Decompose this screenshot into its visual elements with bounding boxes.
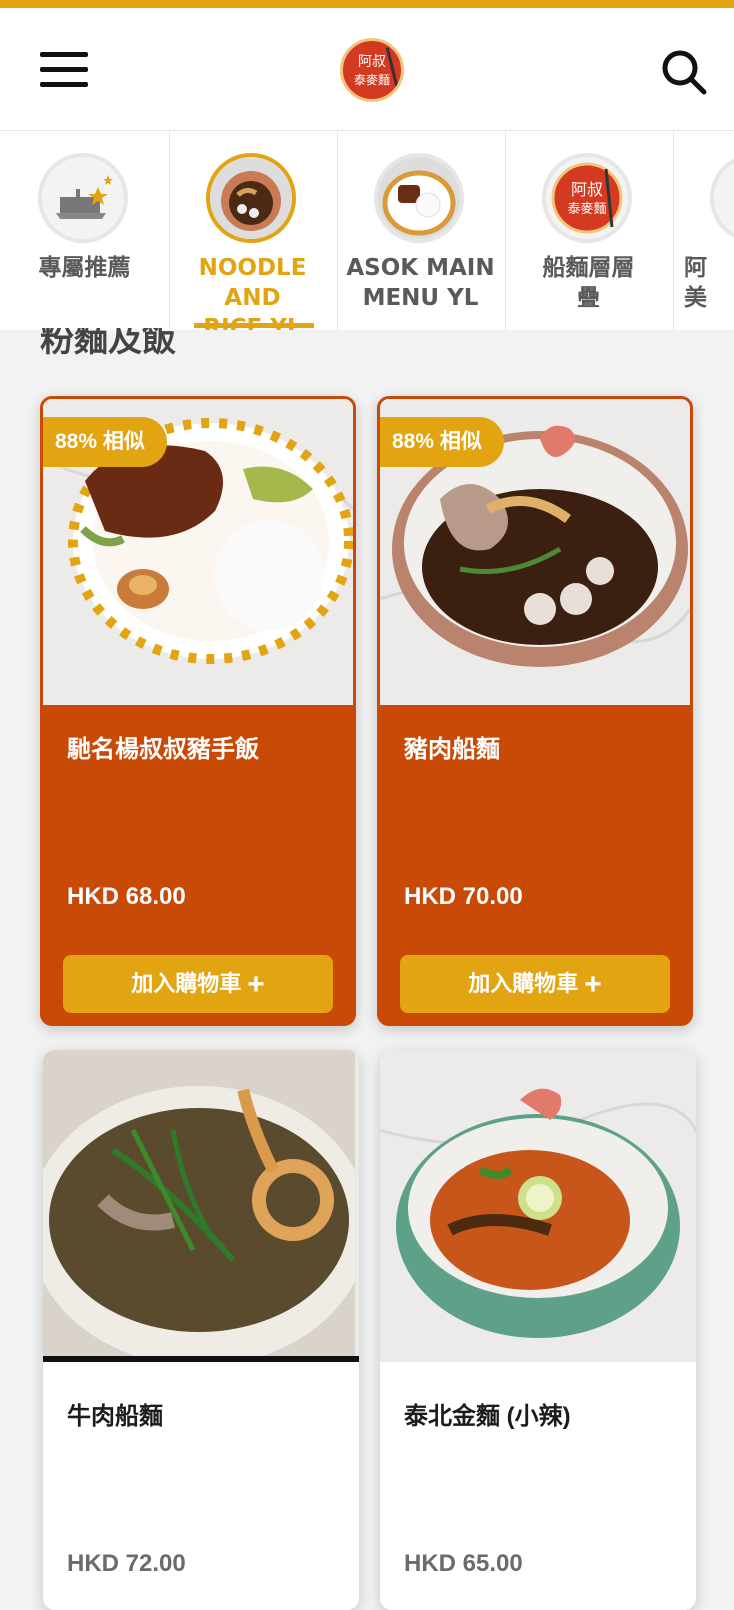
plus-icon: + [247, 968, 265, 1001]
app-header: 阿叔 泰麥麵 [0, 8, 734, 130]
similarity-badge: 88% 相似 [43, 417, 167, 467]
similarity-badge: 88% 相似 [380, 417, 504, 467]
tab-label: 阿美 [684, 255, 707, 311]
recommended-icon [38, 153, 128, 243]
tab-noodle-and-rice-yl[interactable]: NOODLE ANDRICE YL [168, 131, 338, 330]
product-card[interactable]: 牛肉船麵 HKD 72.00 [43, 1050, 359, 1610]
product-photo [43, 1050, 359, 1362]
product-name: 泰北金麵 (小辣) [404, 1403, 571, 1430]
category-tab-bar: 專屬推薦 NOODLE ANDRICE YL ASOK MAINMENU YL … [0, 130, 734, 330]
product-photo: 88% 相似 [380, 399, 690, 705]
product-price: HKD 70.00 [404, 883, 523, 910]
active-tab-indicator [194, 323, 314, 328]
partial-thumbnail [710, 153, 734, 243]
product-price: HKD 68.00 [67, 883, 186, 910]
tab-label: 專屬推薦 [38, 255, 131, 281]
tab-recommended[interactable]: 專屬推薦 [0, 131, 170, 330]
product-card[interactable]: 泰北金麵 (小辣) HKD 65.00 [380, 1050, 696, 1610]
add-to-cart-button[interactable]: 加入購物車 + [400, 955, 670, 1013]
brand-logo-thumbnail: 阿叔 泰麥麵 [542, 153, 632, 243]
top-accent-bar [0, 0, 734, 8]
hamburger-menu-icon[interactable] [40, 48, 88, 92]
svg-text:阿叔: 阿叔 [571, 180, 603, 199]
product-name: 牛肉船麵 [67, 1403, 163, 1430]
svg-text:泰麥麵: 泰麥麵 [567, 201, 606, 217]
tab-partial[interactable]: 阿美 [672, 131, 734, 330]
product-price: HKD 72.00 [67, 1550, 186, 1577]
tab-label: NOODLE ANDRICE YL [198, 255, 307, 330]
tab-label: 船麵層層疊 [542, 255, 635, 311]
noodle-rice-thumbnail [206, 153, 296, 243]
product-price: HKD 65.00 [404, 1550, 523, 1577]
brand-logo[interactable]: 阿叔 泰麥麵 [340, 38, 404, 102]
product-card[interactable]: 88% 相似 豬肉船麵 HKD 70.00 加入購物車 + [377, 396, 693, 1026]
tab-asok-main-menu-yl[interactable]: ASOK MAIN MENU YL [336, 131, 506, 330]
add-to-cart-button[interactable]: 加入購物車 + [63, 955, 333, 1013]
product-photo: 88% 相似 [43, 399, 353, 705]
search-icon[interactable] [660, 48, 708, 96]
plus-icon: + [584, 968, 602, 1001]
asok-main-thumbnail [374, 153, 464, 243]
product-card[interactable]: 88% 相似 馳名楊叔叔豬手飯 HKD 68.00 加入購物車 + [40, 396, 356, 1026]
product-photo [380, 1050, 696, 1362]
product-name: 豬肉船麵 [404, 736, 500, 763]
tab-boat-noodle-layers[interactable]: 阿叔泰麥麵 船麵層層疊 [504, 131, 674, 330]
tab-label: ASOK MAIN MENU YL [346, 255, 495, 311]
product-name: 馳名楊叔叔豬手飯 [67, 736, 259, 763]
